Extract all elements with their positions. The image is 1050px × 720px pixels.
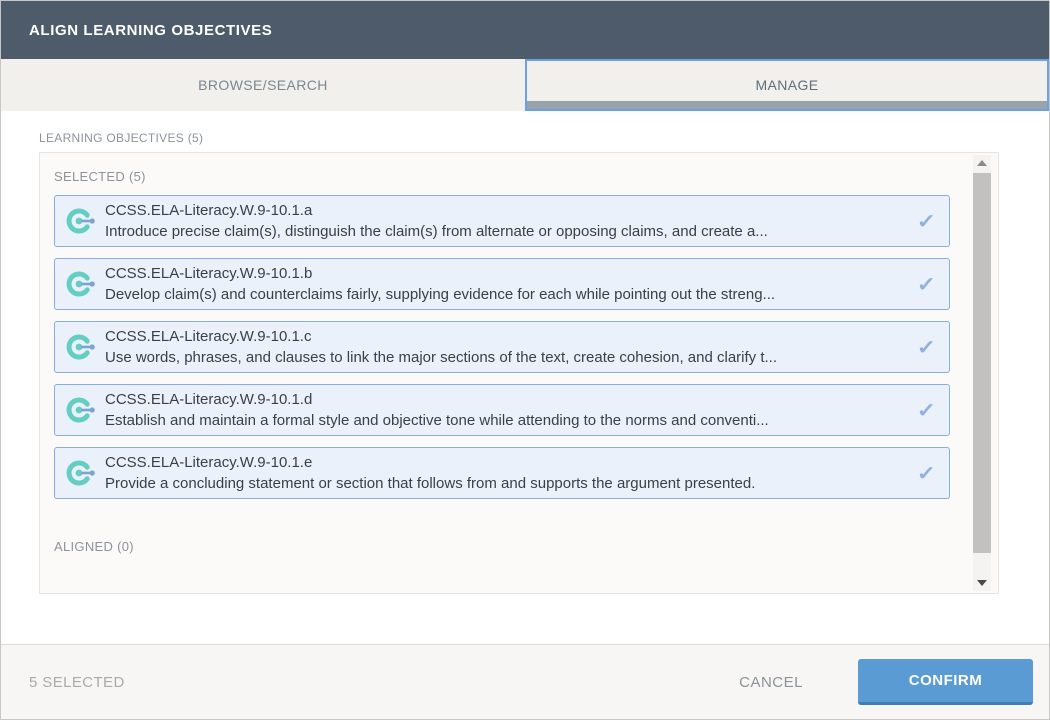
scroll-down-arrow[interactable] (973, 575, 991, 591)
objective-description: Use words, phrases, and clauses to link … (105, 347, 906, 368)
selected-group-header: SELECTED (5) (54, 169, 950, 184)
cancel-button[interactable]: CANCEL (739, 674, 803, 691)
objective-description: Provide a concluding statement or sectio… (105, 473, 906, 494)
tab-browse-search-label: BROWSE/SEARCH (198, 77, 328, 93)
dialog-content: LEARNING OBJECTIVES (5) SELECTED (5) (1, 111, 1049, 644)
objective-item[interactable]: CCSS.ELA-Literacy.W.9-10.1.c Use words, … (54, 321, 950, 373)
learning-objectives-count-label: LEARNING OBJECTIVES (5) (39, 131, 997, 145)
scrollbar-thumb[interactable] (973, 173, 991, 553)
objective-target-icon (65, 394, 97, 426)
tab-manage[interactable]: MANAGE (525, 59, 1049, 111)
checkmark-icon: ✓ (917, 461, 936, 486)
tab-manage-label: MANAGE (755, 77, 818, 93)
objective-code: CCSS.ELA-Literacy.W.9-10.1.d (105, 389, 906, 410)
objective-item[interactable]: CCSS.ELA-Literacy.W.9-10.1.b Develop cla… (54, 258, 950, 310)
objective-code: CCSS.ELA-Literacy.W.9-10.1.e (105, 452, 906, 473)
objective-text: CCSS.ELA-Literacy.W.9-10.1.d Establish a… (105, 389, 906, 431)
objective-target-icon (65, 268, 97, 300)
objective-description: Establish and maintain a formal style an… (105, 410, 906, 431)
objective-description: Develop claim(s) and counterclaims fairl… (105, 284, 906, 305)
checkmark-icon: ✓ (917, 209, 936, 234)
objective-item[interactable]: CCSS.ELA-Literacy.W.9-10.1.d Establish a… (54, 384, 950, 436)
tab-browse-search[interactable]: BROWSE/SEARCH (1, 59, 525, 111)
dialog-header: ALIGN LEARNING OBJECTIVES (1, 1, 1049, 59)
objective-code: CCSS.ELA-Literacy.W.9-10.1.b (105, 263, 906, 284)
dialog-footer: 5 SELECTED CANCEL CONFIRM (1, 644, 1049, 719)
dialog-title: ALIGN LEARNING OBJECTIVES (29, 22, 272, 39)
tab-bar: BROWSE/SEARCH MANAGE (1, 59, 1049, 111)
objective-text: CCSS.ELA-Literacy.W.9-10.1.a Introduce p… (105, 200, 906, 242)
scroll-up-arrow[interactable] (973, 155, 991, 171)
objective-text: CCSS.ELA-Literacy.W.9-10.1.c Use words, … (105, 326, 906, 368)
objectives-panel: SELECTED (5) CCSS.ELA-Literacy.W.9-10.1.… (39, 152, 999, 594)
confirm-button[interactable]: CONFIRM (858, 659, 1033, 705)
objective-item[interactable]: CCSS.ELA-Literacy.W.9-10.1.a Introduce p… (54, 195, 950, 247)
arrow-up-icon (977, 160, 987, 166)
checkmark-icon: ✓ (917, 398, 936, 423)
aligned-group-header: ALIGNED (0) (54, 539, 950, 554)
objective-target-icon (65, 205, 97, 237)
selected-count-label: 5 SELECTED (29, 674, 125, 691)
objective-item[interactable]: CCSS.ELA-Literacy.W.9-10.1.e Provide a c… (54, 447, 950, 499)
objective-description: Introduce precise claim(s), distinguish … (105, 221, 906, 242)
objectives-panel-inner: SELECTED (5) CCSS.ELA-Literacy.W.9-10.1.… (40, 153, 998, 554)
objective-code: CCSS.ELA-Literacy.W.9-10.1.c (105, 326, 906, 347)
panel-scrollbar[interactable] (973, 155, 991, 591)
checkmark-icon: ✓ (917, 335, 936, 360)
objective-text: CCSS.ELA-Literacy.W.9-10.1.e Provide a c… (105, 452, 906, 494)
objective-code: CCSS.ELA-Literacy.W.9-10.1.a (105, 200, 906, 221)
arrow-down-icon (977, 580, 987, 586)
objective-target-icon (65, 331, 97, 363)
checkmark-icon: ✓ (917, 272, 936, 297)
objective-target-icon (65, 457, 97, 489)
objective-text: CCSS.ELA-Literacy.W.9-10.1.b Develop cla… (105, 263, 906, 305)
active-tab-underline (527, 101, 1047, 109)
align-learning-objectives-dialog: ALIGN LEARNING OBJECTIVES BROWSE/SEARCH … (0, 0, 1050, 720)
